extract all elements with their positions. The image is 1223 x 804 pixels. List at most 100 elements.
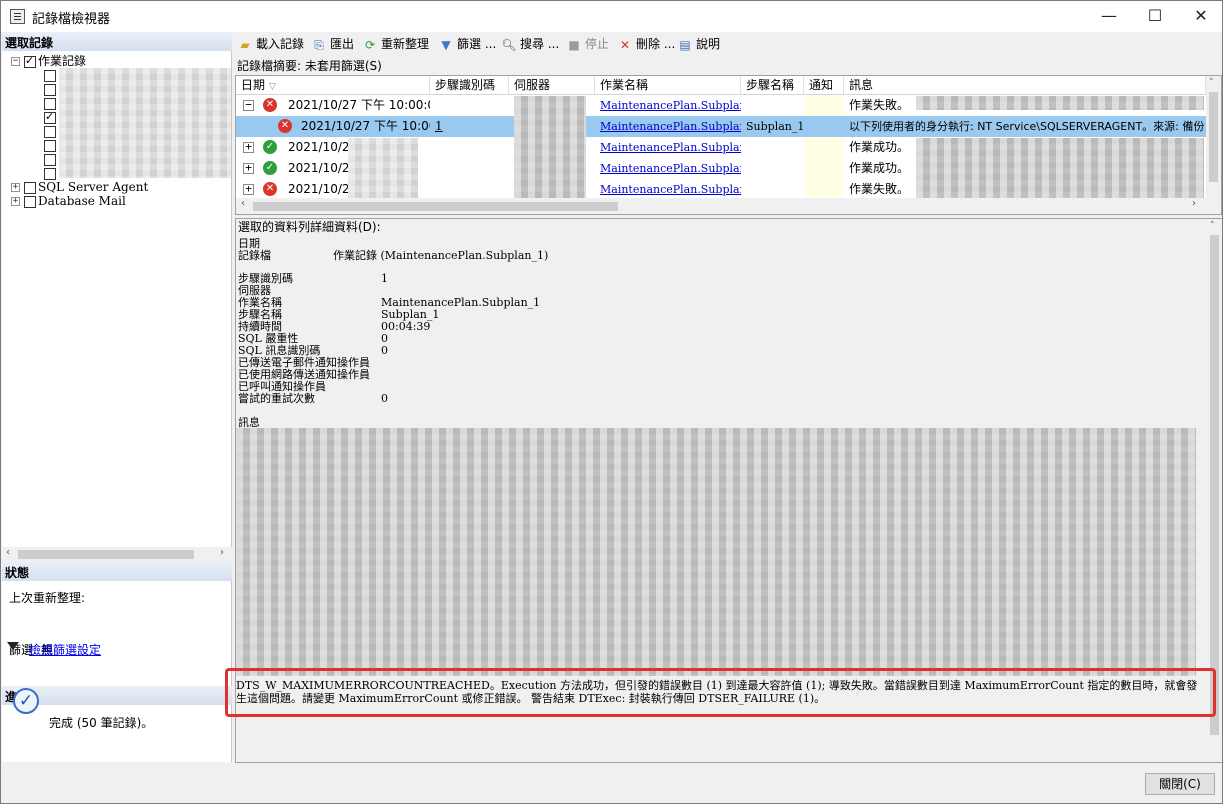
collapse-icon[interactable]: − xyxy=(11,57,20,66)
column-header-server[interactable]: 伺服器 xyxy=(509,76,595,95)
error-icon: ✕ xyxy=(263,182,277,196)
log-viewer-app-icon xyxy=(10,9,25,24)
grid-horizontal-scrollbar[interactable]: ‹ › xyxy=(236,198,1221,214)
column-header-step-id[interactable]: 步驟識別碼 xyxy=(430,76,509,95)
cell-date: 2021/10/27 下午 10:00:00 xyxy=(288,98,430,112)
minimize-button[interactable]: — xyxy=(1086,1,1132,32)
checkbox[interactable] xyxy=(44,97,56,110)
tree-item-job-history[interactable]: − 作業記錄 xyxy=(11,54,86,68)
scroll-right-icon[interactable]: › xyxy=(1192,198,1196,209)
redacted-job-names xyxy=(59,68,231,178)
log-summary: 記錄檔摘要: 未套用篩選(S) xyxy=(237,59,382,73)
expand-icon[interactable]: + xyxy=(243,183,254,195)
search-icon: 🔍︎ xyxy=(501,37,517,52)
expand-icon[interactable]: + xyxy=(11,197,20,206)
tree-item-job[interactable] xyxy=(44,124,58,138)
delete-button[interactable]: ✕ 刪除 ... xyxy=(617,35,675,53)
checkbox[interactable] xyxy=(44,110,56,124)
checkbox-sql-agent[interactable] xyxy=(24,181,36,194)
scroll-thumb[interactable] xyxy=(253,202,618,211)
window-title: 記錄檔檢視器 xyxy=(32,12,111,27)
checkbox[interactable] xyxy=(44,167,56,180)
checkbox[interactable] xyxy=(44,125,56,138)
cell-job-name[interactable]: MaintenancePlan.Subplan_1 xyxy=(596,95,741,116)
scroll-up-icon[interactable]: ˄ xyxy=(1209,78,1214,88)
detail-field-value: 1 xyxy=(381,272,388,285)
cell-message: 以下列使用者的身分執行: NT Service\SQLSERVERAGENT。來… xyxy=(849,120,1205,133)
export-icon: ⎘ xyxy=(314,37,324,52)
column-header-step-name[interactable]: 步驟名稱 xyxy=(741,76,804,95)
tree-horizontal-scrollbar[interactable]: ‹ › xyxy=(2,547,232,562)
checkbox[interactable] xyxy=(44,153,56,166)
detail-field-label: 已使用網路傳送通知操作員 xyxy=(238,368,370,381)
last-refresh-label: 上次重新整理: xyxy=(9,591,86,605)
cell-job-name[interactable]: MaintenancePlan.Subplan_1 xyxy=(596,158,741,179)
cell-message: 作業失敗。 xyxy=(849,182,910,196)
cell-date: 2021/10/27 xyxy=(288,140,354,154)
column-header-date[interactable]: 日期 ▽ xyxy=(236,76,430,95)
scroll-left-icon[interactable]: ‹ xyxy=(6,547,10,558)
tree-item-job[interactable] xyxy=(44,152,58,166)
checkbox-db-mail[interactable] xyxy=(24,195,36,208)
tree-item-job[interactable] xyxy=(44,68,58,82)
tree-item-job[interactable] xyxy=(44,110,58,124)
filter-button[interactable]: ▼ 篩選 ... xyxy=(438,35,496,53)
scroll-thumb[interactable] xyxy=(1210,235,1219,735)
expand-icon[interactable]: + xyxy=(11,183,20,192)
detail-field-label: 持續時間 xyxy=(238,320,282,333)
detail-log-value: 作業記錄 (MaintenancePlan.Subplan_1) xyxy=(333,249,549,262)
cell-step-id[interactable]: 1 xyxy=(431,116,509,137)
cell-job-name[interactable]: MaintenancePlan.Subplan_1 xyxy=(596,179,741,200)
select-logs-header: 選取記錄 xyxy=(2,32,232,51)
delete-x-icon: ✕ xyxy=(619,37,631,52)
maximize-button[interactable]: ☐ xyxy=(1132,1,1178,32)
cell-date: 2021/10/27 xyxy=(288,161,354,175)
load-log-button[interactable]: ▰ 載入記錄 xyxy=(237,35,304,53)
scroll-thumb[interactable] xyxy=(18,550,194,559)
checkbox[interactable] xyxy=(44,83,56,96)
scroll-right-icon[interactable]: › xyxy=(220,547,224,558)
detail-field-value: 0 xyxy=(381,344,388,357)
column-header-message[interactable]: 訊息 xyxy=(844,76,1206,95)
success-icon: ✓ xyxy=(263,161,277,175)
tree-item-db-mail[interactable]: + Database Mail xyxy=(11,194,126,208)
checkbox[interactable] xyxy=(44,139,56,152)
error-message-text: DTS_W_MAXIMUMERRORCOUNTREACHED。Execution… xyxy=(236,679,1198,705)
checkbox-job-history[interactable] xyxy=(24,54,36,68)
stop-button[interactable]: ■ 停止 xyxy=(566,35,609,53)
progress-text: 完成 (50 筆記錄)。 xyxy=(49,716,154,730)
export-button[interactable]: ⎘ 匯出 xyxy=(311,35,354,53)
scroll-thumb[interactable] xyxy=(1209,92,1218,182)
detail-field-label: 已呼叫通知操作員 xyxy=(238,380,326,393)
tree-item-job[interactable] xyxy=(44,96,58,110)
refresh-icon: ⟳ xyxy=(364,37,376,52)
expand-icon[interactable]: + xyxy=(243,141,254,153)
help-button[interactable]: ▤ 說明 xyxy=(677,35,720,53)
refresh-button[interactable]: ⟳ 重新整理 xyxy=(362,35,429,53)
checkbox[interactable] xyxy=(44,69,56,82)
view-filter-settings-link[interactable]: 檢視篩選設定 xyxy=(29,641,101,658)
collapse-icon[interactable]: − xyxy=(243,99,254,111)
close-button[interactable]: 關閉(C) xyxy=(1145,773,1215,795)
close-window-button[interactable]: ✕ xyxy=(1178,1,1223,32)
column-header-job-name[interactable]: 作業名稱 xyxy=(595,76,741,95)
scroll-left-icon[interactable]: ‹ xyxy=(241,198,245,209)
cell-job-name[interactable]: MaintenancePlan.Subplan_1 xyxy=(596,137,741,158)
table-row-selected[interactable]: ✕ 2021/10/27 下午 10:00... 1 MaintenancePl… xyxy=(236,116,1221,137)
error-icon: ✕ xyxy=(263,98,277,112)
tree-item-job[interactable] xyxy=(44,166,58,180)
redacted-date-time xyxy=(348,138,418,198)
tree-item-job[interactable] xyxy=(44,138,58,152)
column-header-notify[interactable]: 通知 xyxy=(804,76,844,95)
detail-field-value: 0 xyxy=(381,332,388,345)
cell-job-name[interactable]: MaintenancePlan.Subplan_1 xyxy=(596,116,741,137)
log-grid[interactable]: 日期 ▽ 步驟識別碼 伺服器 作業名稱 步驟名稱 通知 訊息 − ✕ 2021/… xyxy=(235,75,1222,215)
detail-title: 選取的資料列詳細資料(D): xyxy=(238,220,381,234)
cell-message: 作業成功。 xyxy=(849,161,910,175)
scroll-up-icon[interactable]: ˄ xyxy=(1210,221,1215,231)
grid-vertical-scrollbar[interactable]: ˄ xyxy=(1206,76,1221,198)
tree-item-job[interactable] xyxy=(44,82,58,96)
expand-icon[interactable]: + xyxy=(243,162,254,174)
search-button[interactable]: 🔍︎ 搜尋 ... xyxy=(501,35,559,53)
tree-item-sql-agent[interactable]: + SQL Server Agent xyxy=(11,180,148,194)
